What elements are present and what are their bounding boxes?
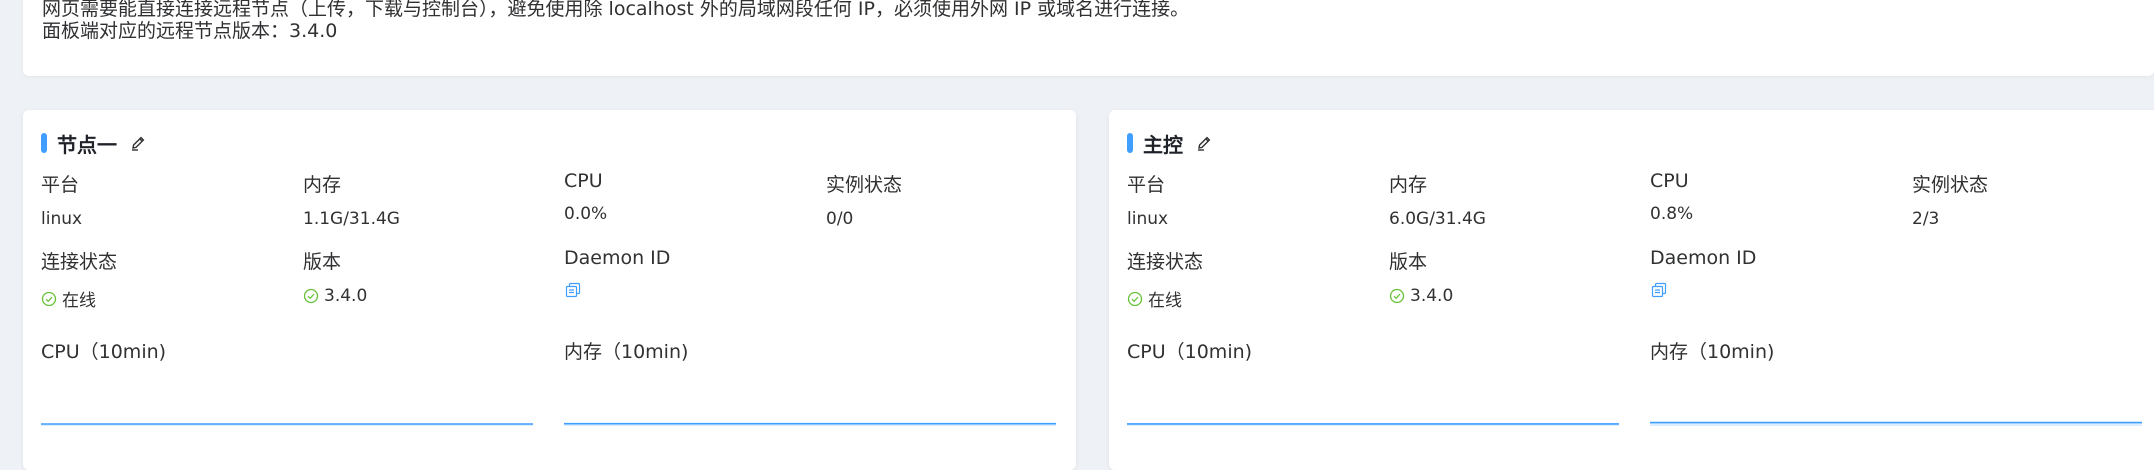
- connection-status: 在线: [41, 286, 117, 311]
- instances-label: 实例状态: [1912, 174, 1989, 196]
- cpu-chart-title: CPU（10min): [41, 341, 167, 363]
- platform-value: linux: [1127, 209, 1169, 229]
- copy-icon[interactable]: [1650, 281, 1668, 299]
- node-card-header: 节点一: [41, 131, 147, 157]
- check-circle-icon: [1127, 291, 1143, 306]
- check-circle-icon: [303, 288, 319, 304]
- cpu-value: 0.8%: [1650, 204, 1694, 224]
- title-accent-bar: [41, 133, 47, 153]
- node-title: 节点一: [57, 132, 117, 157]
- connection-field: 连接状态 在线: [41, 247, 117, 311]
- daemon-id-field: Daemon ID: [1650, 247, 1756, 299]
- platform-label: 平台: [41, 174, 80, 196]
- connection-status-text: 在线: [62, 291, 96, 311]
- platform-field: 平台 linux: [41, 170, 82, 229]
- version-label: 版本: [1389, 251, 1428, 273]
- cpu-label: CPU: [564, 170, 603, 192]
- memory-field: 内存 1.1G/31.4G: [303, 170, 400, 229]
- platform-value: linux: [41, 209, 83, 229]
- version-value: 3.4.0: [303, 286, 367, 306]
- node-title: 主控: [1143, 132, 1183, 157]
- daemon-id-label: Daemon ID: [564, 247, 671, 269]
- node-card-2: 主控 平台 linux 内存 6.0G/31.4G CPU 0.8% 实例状态 …: [1109, 110, 2154, 470]
- memory-history-chart: [564, 422, 1056, 426]
- cpu-label: CPU: [1650, 170, 1689, 192]
- cpu-history-chart: [1127, 423, 1619, 426]
- platform-label: 平台: [1127, 174, 1166, 196]
- daemon-id-field: Daemon ID: [564, 247, 670, 299]
- version-text: 3.4.0: [1410, 286, 1454, 306]
- connection-label: 连接状态: [1127, 251, 1204, 273]
- version-label: 版本: [303, 251, 342, 273]
- memory-chart-title: 内存（10min): [1650, 341, 1775, 363]
- check-circle-icon: [1389, 288, 1405, 304]
- check-circle-icon: [41, 291, 57, 306]
- connection-field: 连接状态 在线: [1127, 247, 1203, 311]
- edit-icon[interactable]: [129, 134, 147, 152]
- node-card-header: 主控: [1127, 131, 1213, 157]
- connection-status-text: 在线: [1148, 291, 1182, 311]
- connection-status: 在线: [1127, 286, 1203, 311]
- version-text: 3.4.0: [324, 286, 368, 306]
- cpu-field: CPU 0.8%: [1650, 170, 1693, 224]
- memory-value: 1.1G/31.4G: [303, 209, 400, 229]
- memory-label: 内存: [303, 174, 342, 196]
- memory-history-chart: [1650, 421, 2142, 426]
- node-card-1: 节点一 平台 linux 内存 1.1G/31.4G CPU 0.0% 实例状态…: [23, 110, 1076, 470]
- instances-value: 0/0: [826, 209, 854, 229]
- cpu-value: 0.0%: [564, 204, 608, 224]
- version-field: 版本 3.4.0: [1389, 247, 1453, 306]
- connection-label: 连接状态: [41, 251, 118, 273]
- memory-value: 6.0G/31.4G: [1389, 209, 1486, 229]
- instances-label: 实例状态: [826, 174, 903, 196]
- version-field: 版本 3.4.0: [303, 247, 367, 306]
- notice-panel: 网页需要能直接连接远程节点（上传，下载与控制台），避免使用除 localhost…: [23, 0, 2154, 76]
- memory-chart-title: 内存（10min): [564, 341, 689, 363]
- memory-field: 内存 6.0G/31.4G: [1389, 170, 1486, 229]
- edit-icon[interactable]: [1195, 134, 1213, 152]
- title-accent-bar: [1127, 133, 1133, 153]
- cpu-field: CPU 0.0%: [564, 170, 607, 224]
- instances-field: 实例状态 0/0: [826, 170, 902, 229]
- instances-value: 2/3: [1912, 209, 1940, 229]
- cpu-history-chart: [41, 423, 533, 426]
- version-value: 3.4.0: [1389, 286, 1453, 306]
- daemon-id-label: Daemon ID: [1650, 247, 1757, 269]
- instances-field: 实例状态 2/3: [1912, 170, 1988, 229]
- platform-field: 平台 linux: [1127, 170, 1168, 229]
- notice-text-version: 面板端对应的远程节点版本：3.4.0: [42, 20, 338, 42]
- memory-label: 内存: [1389, 174, 1428, 196]
- copy-icon[interactable]: [564, 281, 582, 299]
- cpu-chart-title: CPU（10min): [1127, 341, 1253, 363]
